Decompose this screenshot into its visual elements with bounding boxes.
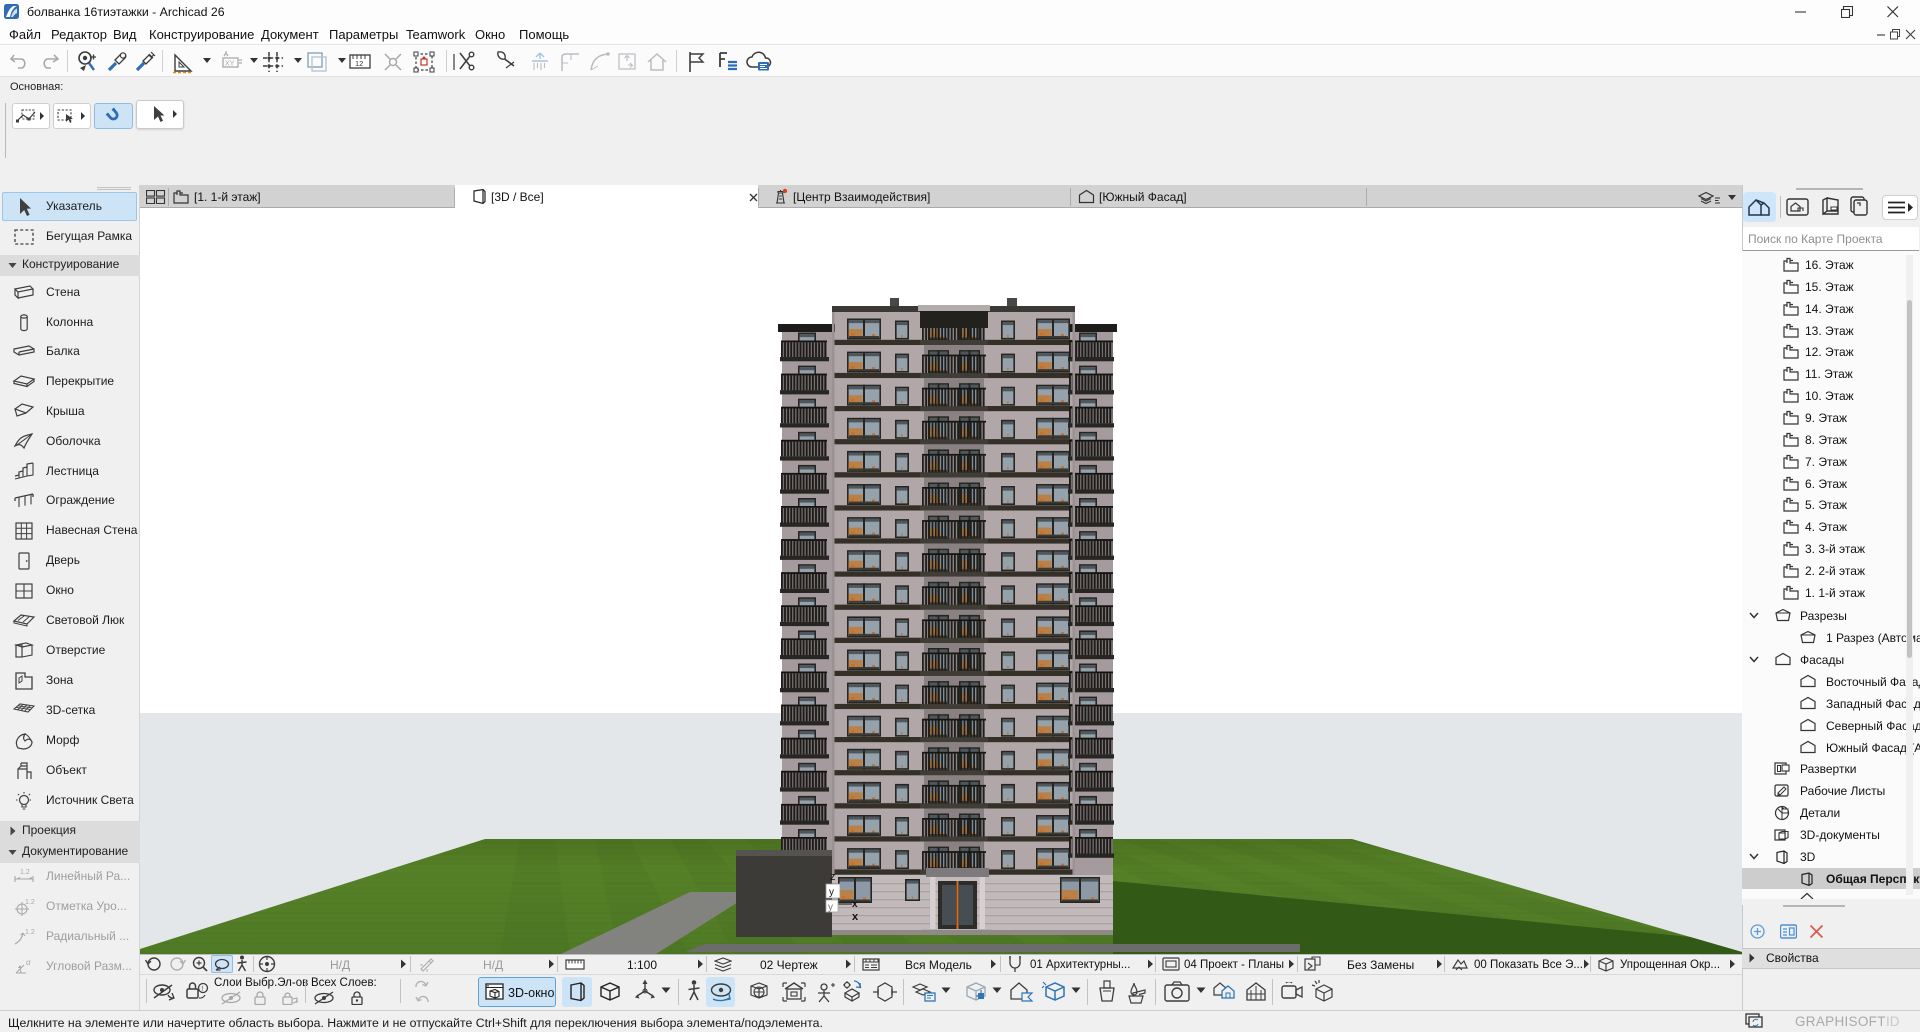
svg-text:x: x xyxy=(852,899,858,910)
svg-text:1.2: 1.2 xyxy=(20,869,30,876)
svg-text:1.2: 1.2 xyxy=(25,929,35,936)
svg-text:x: x xyxy=(852,911,859,923)
svg-text:1.2: 1.2 xyxy=(25,899,35,906)
svg-text:z: z xyxy=(830,871,836,883)
svg-text:12: 12 xyxy=(355,59,363,68)
svg-text:XY: XY xyxy=(225,61,235,68)
svg-text:y: y xyxy=(829,887,834,898)
svg-text:y: y xyxy=(828,902,833,913)
svg-text:!: ! xyxy=(201,986,203,993)
svg-text:α: α xyxy=(26,958,31,967)
